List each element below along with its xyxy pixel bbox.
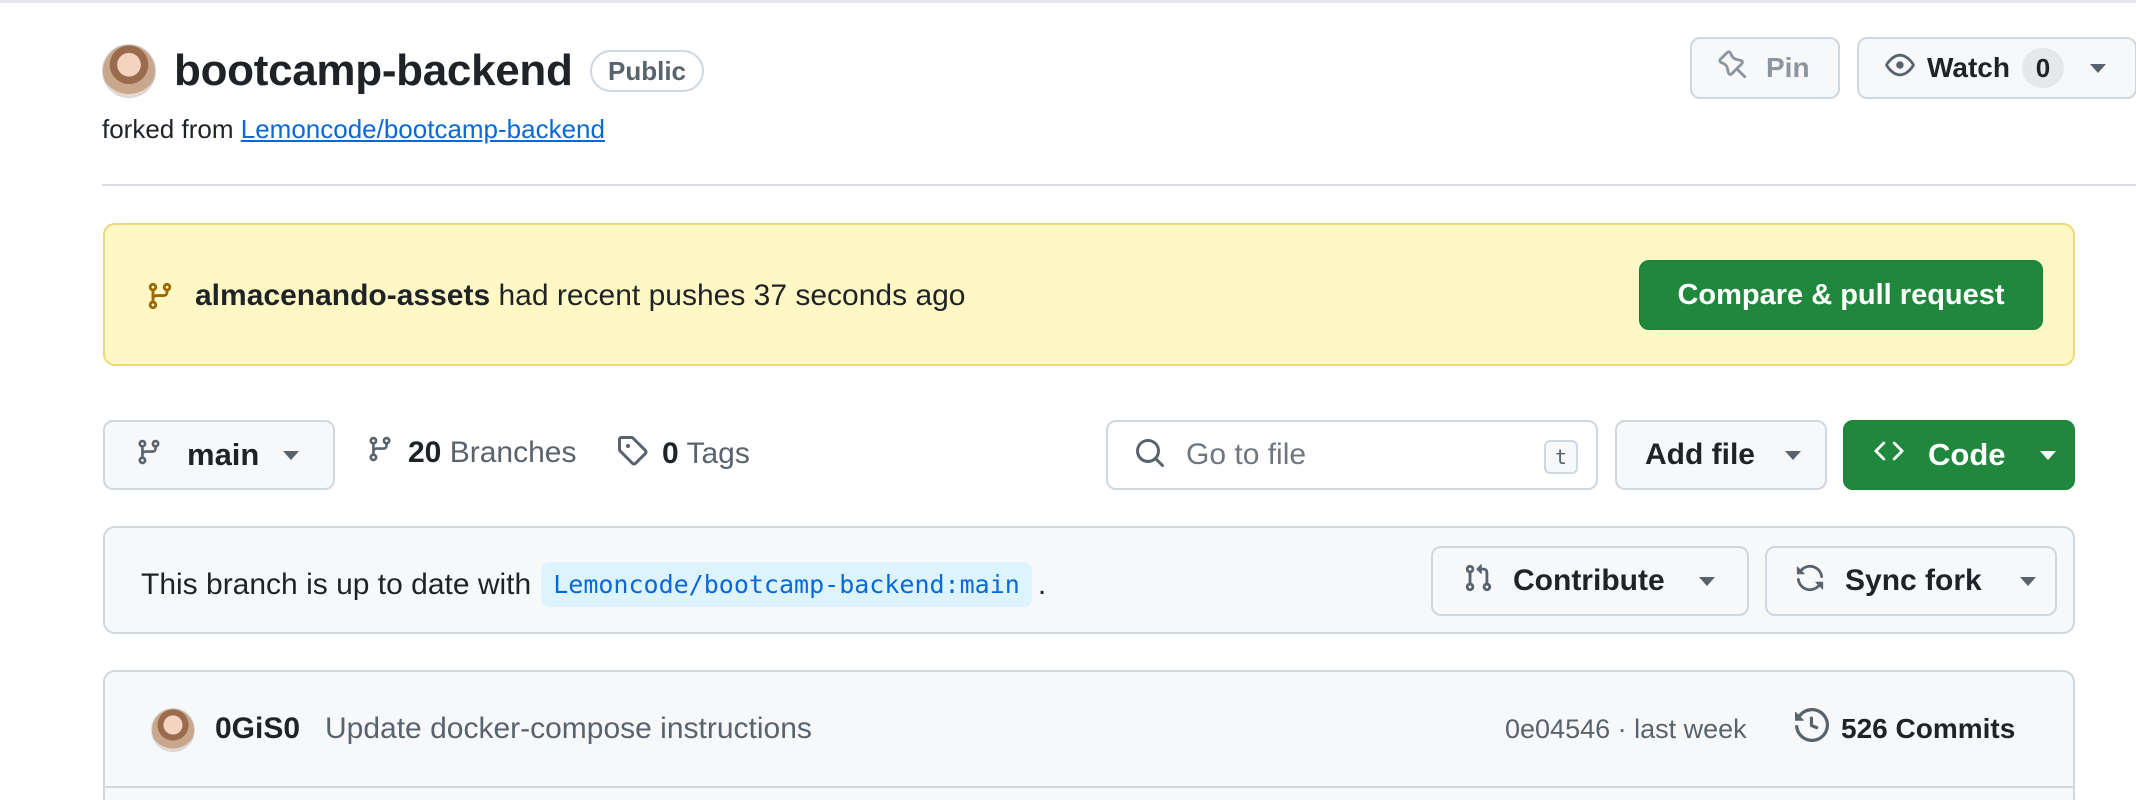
branches-link[interactable]: 20 Branches (366, 434, 576, 472)
search-shortcut-key: t (1544, 440, 1578, 474)
eye-icon (1885, 50, 1915, 87)
recent-pushes-banner: almacenando-assets had recent pushes 37 … (103, 223, 2075, 366)
tags-count: 0 (662, 437, 679, 470)
add-file-label: Add file (1645, 438, 1755, 471)
chevron-down-icon (2039, 450, 2056, 460)
top-border (0, 0, 2136, 3)
repo-name[interactable]: bootcamp-backend (174, 46, 573, 96)
author-avatar[interactable] (151, 708, 195, 752)
chevron-down-icon (2019, 576, 2036, 586)
commits-count: 526 Commits (1841, 712, 2016, 744)
upstream-ref[interactable]: Lemoncode/bootcamp-backend:main (541, 562, 1032, 607)
fork-status-box: This branch is up to date with Lemoncode… (103, 526, 2075, 634)
search-placeholder: Go to file (1186, 438, 1307, 471)
chevron-down-icon (1785, 450, 1801, 460)
branch-icon (145, 279, 175, 318)
tag-icon (616, 434, 648, 474)
banner-branch[interactable]: almacenando-assets (195, 279, 490, 312)
sync-fork-button[interactable]: Sync fork (1765, 546, 2057, 616)
pin-button[interactable]: Pin (1690, 37, 1840, 99)
branches-label: Branches (449, 436, 577, 469)
tags-label: Tags (686, 437, 750, 470)
fork-status-message: This branch is up to date with (141, 567, 532, 601)
chevron-down-icon (283, 450, 300, 460)
contribute-label: Contribute (1513, 564, 1665, 597)
sync-icon (1795, 563, 1825, 600)
commit-hash-date[interactable]: 0e04546 · last week (1505, 714, 1747, 745)
forked-prefix: forked from (102, 114, 234, 144)
file-browser: 0GiS0 Update docker-compose instructions… (103, 670, 2075, 800)
watch-label: Watch (1927, 52, 2010, 83)
contribute-button[interactable]: Contribute (1431, 546, 1749, 616)
header-divider (102, 184, 2136, 186)
code-label: Code (1928, 437, 2006, 472)
search-icon (1134, 437, 1166, 474)
tags-link[interactable]: 0 Tags (616, 434, 750, 474)
visibility-badge: Public (590, 50, 705, 92)
compare-pull-request-button[interactable]: Compare & pull request (1639, 260, 2043, 330)
go-to-file-search[interactable]: Go to file t (1106, 420, 1598, 490)
branch-icon (135, 437, 163, 474)
fork-status-suffix: . (1037, 567, 1047, 601)
commit-message[interactable]: Update docker-compose instructions (325, 712, 812, 746)
code-button[interactable]: Code (1843, 420, 2075, 490)
owner-avatar[interactable] (102, 44, 156, 98)
add-file-button[interactable]: Add file (1615, 420, 1827, 490)
forked-from-link[interactable]: Lemoncode/bootcamp-backend (241, 114, 605, 144)
code-icon (1872, 436, 1906, 474)
watch-button[interactable]: Watch 0 (1857, 37, 2136, 99)
history-icon (1795, 707, 1830, 749)
chevron-down-icon (2089, 63, 2106, 73)
branch-name: main (187, 437, 260, 472)
pull-request-icon (1463, 563, 1493, 600)
pin-label: Pin (1766, 52, 1810, 83)
branch-selector[interactable]: main (103, 420, 335, 490)
banner-message: had recent pushes 37 seconds ago (498, 279, 966, 312)
branches-count: 20 (408, 436, 442, 469)
watch-count: 0 (2021, 48, 2064, 88)
banner-text: almacenando-assets had recent pushes 37 … (195, 279, 966, 313)
commit-author[interactable]: 0GiS0 (215, 712, 300, 746)
fork-status-text: This branch is up to date with Lemoncode… (141, 562, 1046, 607)
branch-icon (366, 434, 394, 472)
forked-from: forked from Lemoncode/bootcamp-backend (102, 114, 605, 145)
sync-fork-label: Sync fork (1845, 564, 1982, 597)
chevron-down-icon (1698, 576, 1715, 586)
pin-icon (1718, 49, 1748, 87)
latest-commit-row: 0GiS0 Update docker-compose instructions… (105, 672, 2073, 788)
commits-history-link[interactable]: 526 Commits (1795, 707, 2016, 749)
